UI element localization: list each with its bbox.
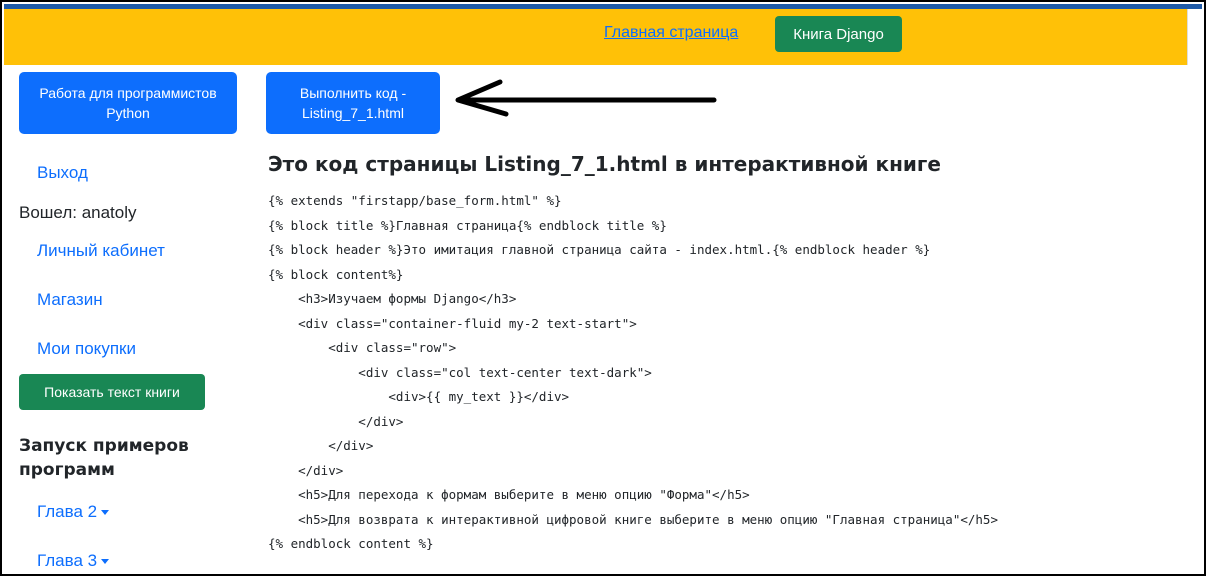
- code-line: {% extends "firstapp/base_form.html" %}: [268, 193, 562, 208]
- code-line: <h5>Для возврата к интерактивной цифрово…: [268, 511, 998, 527]
- chapter-2-dropdown[interactable]: Глава 2: [37, 502, 110, 522]
- chapter-label: Глава 2: [37, 502, 98, 521]
- logged-in-user: Вошел: anatoly: [19, 203, 137, 222]
- code-line: {% endblock content %}: [268, 536, 434, 551]
- code-line: </div>: [268, 438, 374, 453]
- purchases-link[interactable]: Мои покупки: [37, 339, 136, 359]
- top-navbar: Главная страница Книга Django: [4, 9, 1188, 65]
- run-code-button[interactable]: Выполнить код - Listing_7_1.html: [266, 72, 440, 134]
- code-line: <h5>Для перехода к формам выберите в мен…: [268, 487, 750, 502]
- code-listing: {% extends "firstapp/base_form.html" %} {…: [268, 189, 998, 557]
- scrollbar[interactable]: [1187, 9, 1202, 65]
- caret-down-icon: [101, 510, 110, 516]
- code-line: <h3>Изучаем формы Django</h3>: [268, 291, 517, 306]
- logout-link[interactable]: Выход: [37, 163, 88, 183]
- code-line: {% block header %}Это имитация главной с…: [268, 242, 931, 257]
- code-line: <div>{{ my_text }}</div>: [268, 389, 570, 404]
- chapter-label: Глава 3: [37, 551, 98, 570]
- home-link[interactable]: Главная страница: [604, 24, 738, 42]
- code-line: </div>: [268, 413, 404, 429]
- code-line: <div class="row">: [268, 340, 457, 355]
- django-book-button[interactable]: Книга Django: [775, 16, 902, 52]
- python-jobs-button[interactable]: Работа для программистов Python: [19, 72, 237, 134]
- page-title: Это код страницы Listing_7_1.html в инте…: [268, 152, 941, 176]
- cabinet-link[interactable]: Личный кабинет: [37, 241, 165, 261]
- left-arrow-icon: [455, 79, 717, 117]
- show-book-text-button[interactable]: Показать текст книги: [19, 374, 205, 410]
- chapter-3-dropdown[interactable]: Глава 3: [37, 551, 110, 571]
- code-line: </div>: [268, 462, 344, 478]
- caret-down-icon: [101, 559, 110, 565]
- shop-link[interactable]: Магазин: [37, 290, 103, 310]
- code-line: {% block content%}: [268, 266, 404, 282]
- code-line: {% block title %}Главная страница{% endb…: [268, 217, 667, 233]
- code-line: <div class="container-fluid my-2 text-st…: [268, 315, 637, 331]
- run-examples-heading: Запуск примеров программ: [19, 436, 189, 480]
- code-line: <div class="col text-center text-dark">: [268, 364, 652, 380]
